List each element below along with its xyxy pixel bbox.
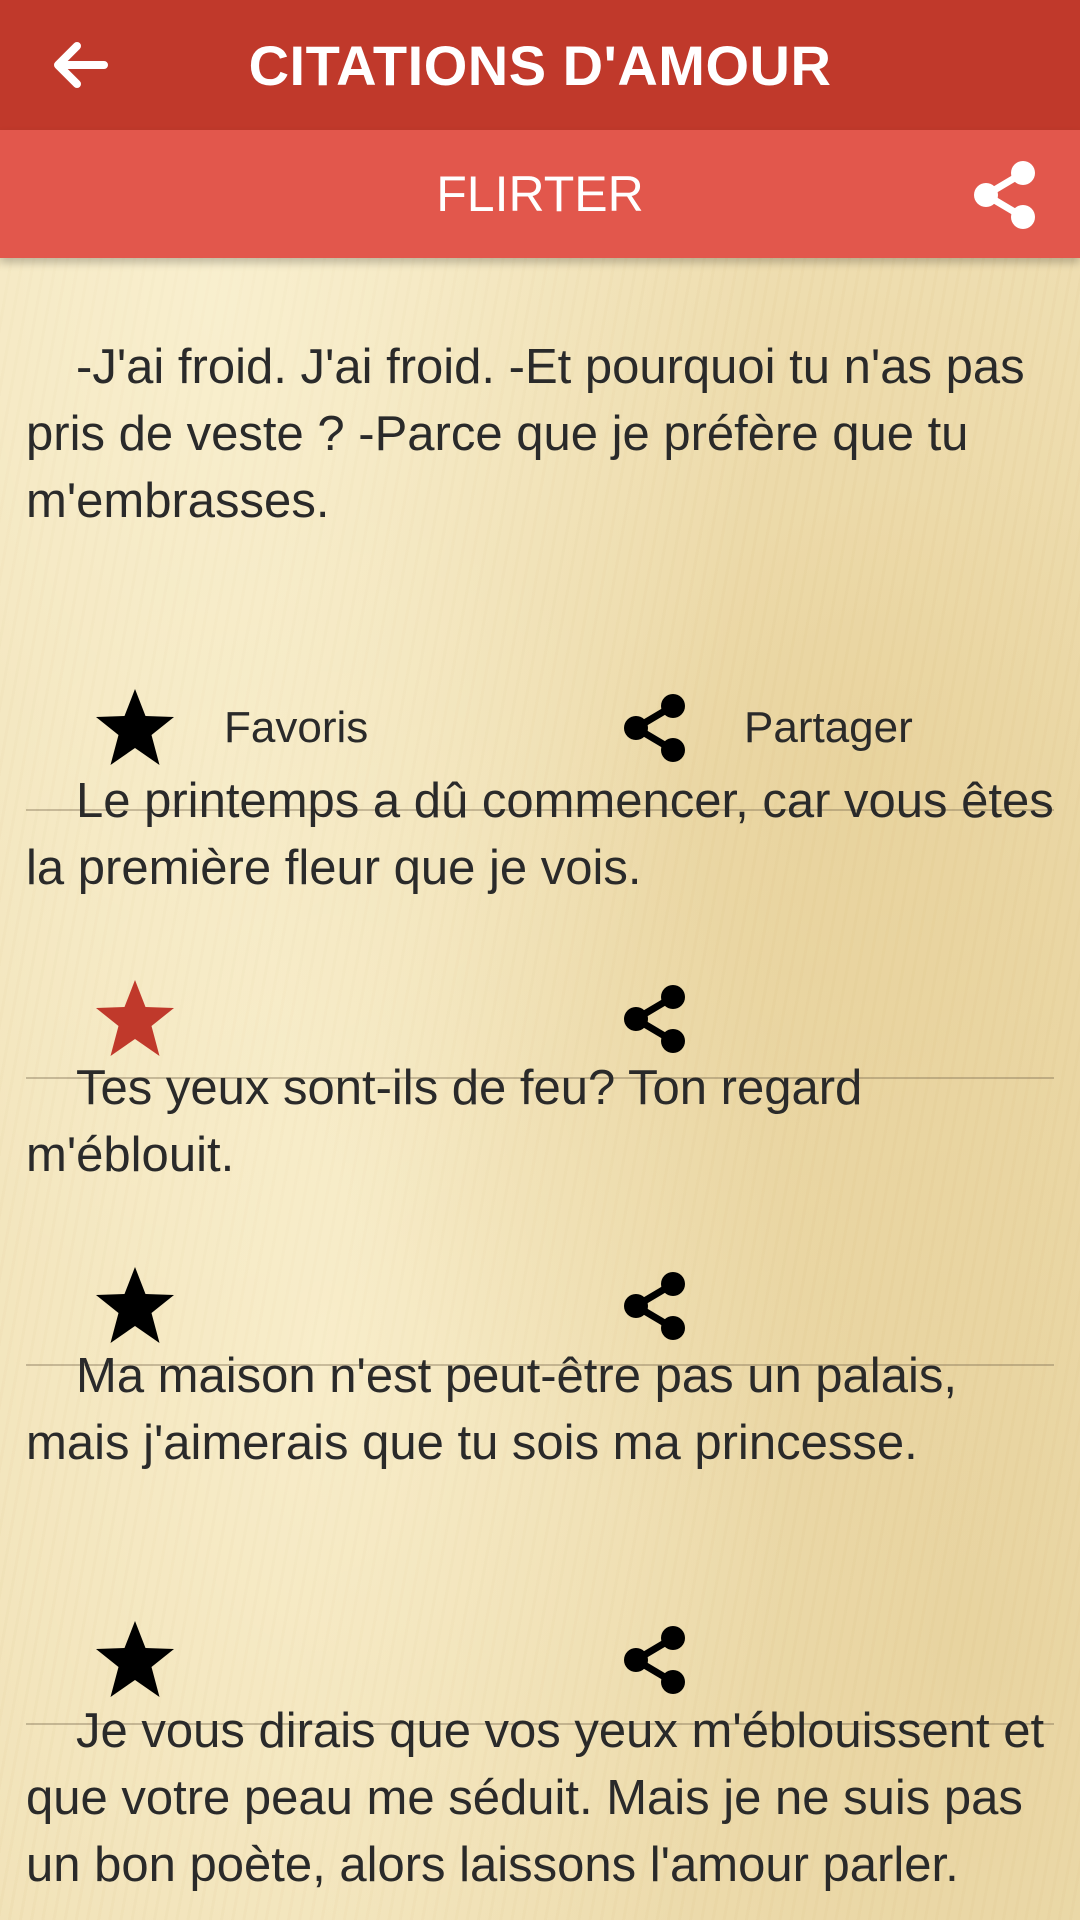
arrow-left-icon (54, 42, 108, 88)
quote-item: Tes yeux sont-ils de feu? Ton regard m'é… (26, 1055, 1054, 1366)
star-icon (96, 1267, 174, 1343)
favorite-button[interactable]: Favoris (90, 683, 368, 773)
star-icon (96, 1621, 174, 1697)
back-button[interactable] (34, 26, 126, 104)
quote-text: Je vous dirais que vos yeux m'éblouissen… (26, 1704, 1045, 1892)
share-icon (624, 985, 685, 1053)
share-icon (624, 1626, 685, 1694)
favorite-button[interactable] (90, 1261, 180, 1351)
quote-list[interactable]: -J'ai froid. J'ai froid. -Et pourquoi tu… (0, 258, 1080, 1920)
share-button[interactable] (610, 1615, 700, 1705)
quote-item: -J'ai froid. J'ai froid. -Et pourquoi tu… (26, 334, 1054, 811)
share-label: Partager (744, 703, 913, 752)
category-bar: FLIRTER (0, 130, 1080, 258)
quote-text: Ma maison n'est peut-être pas un palais,… (26, 1349, 957, 1470)
star-icon (96, 689, 174, 765)
share-icon (624, 1272, 685, 1340)
favorite-button[interactable] (90, 1615, 180, 1705)
category-title: FLIRTER (436, 166, 644, 222)
favorite-label: Favoris (224, 703, 369, 752)
quote-item: Le printemps a dû commencer, car vous êt… (26, 768, 1054, 1079)
app-title: CITATIONS D'AMOUR (248, 34, 832, 97)
quote-item: Je vous dirais que vos yeux m'éblouissen… (26, 1698, 1054, 1899)
share-button[interactable]: Partager (610, 683, 913, 773)
quote-item: Ma maison n'est peut-être pas un palais,… (26, 1343, 1054, 1725)
share-button[interactable] (610, 1261, 700, 1351)
quote-text: -J'ai froid. J'ai froid. -Et pourquoi tu… (26, 340, 1025, 528)
share-icon (624, 694, 685, 762)
star-icon (96, 980, 174, 1056)
share-button[interactable] (610, 974, 700, 1064)
share-category-button[interactable] (960, 150, 1050, 240)
quote-text: Tes yeux sont-ils de feu? Ton regard m'é… (26, 1061, 863, 1182)
favorite-button[interactable] (90, 974, 180, 1064)
app-bar: CITATIONS D'AMOUR (0, 0, 1080, 130)
share-icon (974, 161, 1035, 229)
quote-text: Le printemps a dû commencer, car vous êt… (26, 774, 1054, 895)
